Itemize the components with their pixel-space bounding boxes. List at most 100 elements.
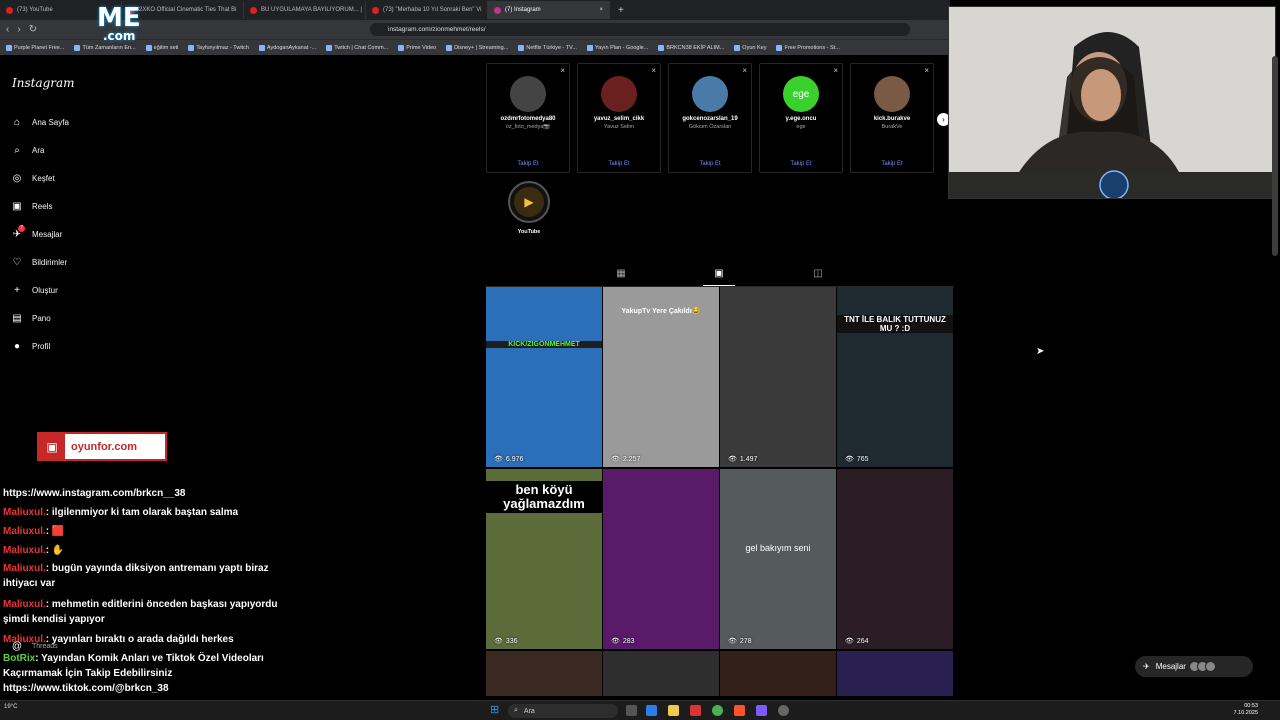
reel-tile[interactable]: gel bakıyım seni 👁 278 xyxy=(720,469,836,649)
explorer-icon[interactable] xyxy=(668,705,679,716)
forward-icon[interactable]: › xyxy=(17,24,20,35)
follow-button[interactable]: Takip Et xyxy=(760,161,842,167)
system-clock[interactable]: 00:53 7.10.2025 xyxy=(1234,703,1258,717)
bookmark-item[interactable]: Prime Video xyxy=(398,44,436,51)
nav-item-ara[interactable]: ⌕ Ara xyxy=(11,144,44,156)
chrome-icon[interactable] xyxy=(712,705,723,716)
avatar[interactable] xyxy=(510,76,546,112)
reel-tile[interactable] xyxy=(603,651,719,696)
tagged-icon: ◫ xyxy=(813,268,823,279)
nav-item-olu-tur[interactable]: + Oluştur xyxy=(11,284,58,296)
discord-icon[interactable] xyxy=(756,705,767,716)
chat-message: Maliuxul.: bugün yayında diksiyon antrem… xyxy=(3,561,303,591)
url-field[interactable]: instagram.com/zionmehmet/reels/ xyxy=(370,23,910,36)
bookmark-item[interactable]: Tayfunyılmaz - Twitch xyxy=(188,44,249,51)
bookmark-item[interactable]: Netflix Türkiye - TV... xyxy=(518,44,577,51)
reel-tile[interactable]: TNT İLE BALIK TUTTUNUZ MU ? :D 👁 765 xyxy=(837,287,953,467)
close-icon[interactable]: × xyxy=(833,66,838,75)
nav-label: Pano xyxy=(32,313,51,323)
highlight-youtube[interactable]: ▶ xyxy=(508,181,550,223)
new-tab-button[interactable]: + xyxy=(618,5,624,16)
reel-tile[interactable]: ben köyü yağlamazdım 👁 336 xyxy=(486,469,602,649)
browser-tab[interactable]: (7) Instagram × xyxy=(488,1,610,19)
close-icon[interactable]: × xyxy=(599,7,603,13)
edge-icon[interactable] xyxy=(646,705,657,716)
bookmark-item[interactable]: Oyun Key xyxy=(734,44,766,51)
nav-item-bildirimler[interactable]: ♡ Bildirimler xyxy=(11,256,68,268)
tab-posts[interactable]: ▦ xyxy=(615,268,627,280)
settings-icon[interactable] xyxy=(778,705,789,716)
brave-icon[interactable] xyxy=(734,705,745,716)
bookmark-item[interactable]: Twitch | Chat Comm... xyxy=(326,44,388,51)
reload-icon[interactable]: ↻ xyxy=(29,24,37,35)
suggestion-username[interactable]: yavuz_selim_cikk xyxy=(578,116,660,122)
bookmark-item[interactable]: Disney+ | Streaming... xyxy=(446,44,508,51)
instagram-logo[interactable]: Instagram xyxy=(12,76,75,90)
bookmark-item[interactable]: Yayın Plan - Google... xyxy=(586,44,648,51)
avatar[interactable] xyxy=(601,76,637,112)
close-icon[interactable]: × xyxy=(924,66,929,75)
nav-label: Mesajlar xyxy=(32,229,63,239)
follow-button[interactable]: Takip Et xyxy=(578,161,660,167)
nav-item-profil[interactable]: ● Profil xyxy=(11,340,50,352)
reel-tile[interactable] xyxy=(720,651,836,696)
nav-item-ke-fet[interactable]: ◎ Keşfet xyxy=(11,172,55,184)
close-icon[interactable]: × xyxy=(560,66,565,75)
nav-item-reels[interactable]: ▣ Reels xyxy=(11,200,52,212)
suggestion-username[interactable]: kick.burakve xyxy=(851,116,933,122)
suggestion-username[interactable]: y.ege.oncu xyxy=(760,116,842,122)
view-count: 👁 264 xyxy=(845,637,869,646)
back-icon[interactable]: ‹ xyxy=(6,24,9,35)
avatar[interactable] xyxy=(874,76,910,112)
reel-tile[interactable]: 👁 264 xyxy=(837,469,953,649)
nav-item-pano[interactable]: ▤ Pano xyxy=(11,312,51,324)
nav-item-mesajlar[interactable]: ✈ 7 Mesajlar xyxy=(11,225,63,240)
bookmark-item[interactable]: Free Promotions - St... xyxy=(776,44,840,51)
browser-tab[interactable]: (73) "Merhaba 10 Yıl Sonraki Ben" Vi xyxy=(366,1,488,19)
browser-tab[interactable]: BU UYGULAMAYA BAYILIYORUM... | xyxy=(244,1,366,19)
chat-text: : ilgilenmiyor ki tam olarak baştan salm… xyxy=(45,507,239,518)
reel-tile[interactable]: KICK/ZIGONMEHMET 👁 6.976 xyxy=(486,287,602,467)
windows-start-icon[interactable]: ⊞ xyxy=(490,705,501,716)
nav-item-ana-sayfa[interactable]: ⌂ Ana Sayfa xyxy=(11,116,69,128)
tab-favicon-icon xyxy=(372,6,379,14)
sponsor-text: oyunfor.com xyxy=(71,440,138,453)
views-value: 1.497 xyxy=(739,455,758,463)
grid-icon: ▦ xyxy=(616,268,626,279)
bookmark-item[interactable]: Purple Planet Free... xyxy=(6,44,64,51)
reel-tile[interactable] xyxy=(486,651,602,696)
bookmark-item[interactable]: BRKCN38 EKİP ALIM... xyxy=(658,44,724,51)
scrollbar[interactable] xyxy=(1272,56,1278,256)
reel-tile[interactable] xyxy=(837,651,953,696)
bookmark-item[interactable]: AydoganAykanat -... xyxy=(258,44,316,51)
bookmark-icon xyxy=(446,44,453,51)
follow-button[interactable]: Takip Et xyxy=(851,161,933,167)
home-icon: ⌂ xyxy=(13,116,21,128)
follow-button[interactable]: Takip Et xyxy=(487,161,569,167)
reel-tile[interactable]: 👁 1.497 xyxy=(720,287,836,467)
tab-tagged[interactable]: ◫ xyxy=(812,268,824,280)
bookmark-item[interactable]: eğitim seti xyxy=(145,44,178,51)
reel-caption: TNT İLE BALIK TUTTUNUZ MU ? :D xyxy=(837,315,953,333)
tab-reels[interactable]: ▣ xyxy=(713,268,725,280)
messages-pill[interactable]: ✈ Mesajlar xyxy=(1135,656,1253,677)
chat-message: Maliuxul.: ilgilenmiyor ki tam olarak ba… xyxy=(3,505,303,520)
highlight-label: YouTube xyxy=(517,229,541,235)
nav-threads[interactable]: @ Threads xyxy=(11,640,58,652)
avatar[interactable]: ege xyxy=(783,76,819,112)
taskbar-search[interactable]: ⌕ Ara xyxy=(508,704,618,718)
suggestion-username[interactable]: ozdmrfotomedya80 xyxy=(487,116,569,122)
suggestion-username[interactable]: gokcenozarslan_19 xyxy=(669,116,751,122)
weather-widget[interactable]: 19°C xyxy=(4,704,17,710)
follow-button[interactable]: Takip Et xyxy=(669,161,751,167)
tab-label: BU UYGULAMAYA BAYILIYORUM... | xyxy=(261,7,362,13)
reel-tile[interactable]: 👁 283 xyxy=(603,469,719,649)
taskview-icon[interactable] xyxy=(626,705,637,716)
reel-tile[interactable]: YakupTv Yere Çakıldı😂 👁 2.257 xyxy=(603,287,719,467)
chat-username: Maliuxul. xyxy=(3,545,46,556)
avatar[interactable] xyxy=(692,76,728,112)
chat-username: Maliuxul. xyxy=(3,599,46,610)
close-icon[interactable]: × xyxy=(742,66,747,75)
app-icon[interactable] xyxy=(690,705,701,716)
close-icon[interactable]: × xyxy=(651,66,656,75)
